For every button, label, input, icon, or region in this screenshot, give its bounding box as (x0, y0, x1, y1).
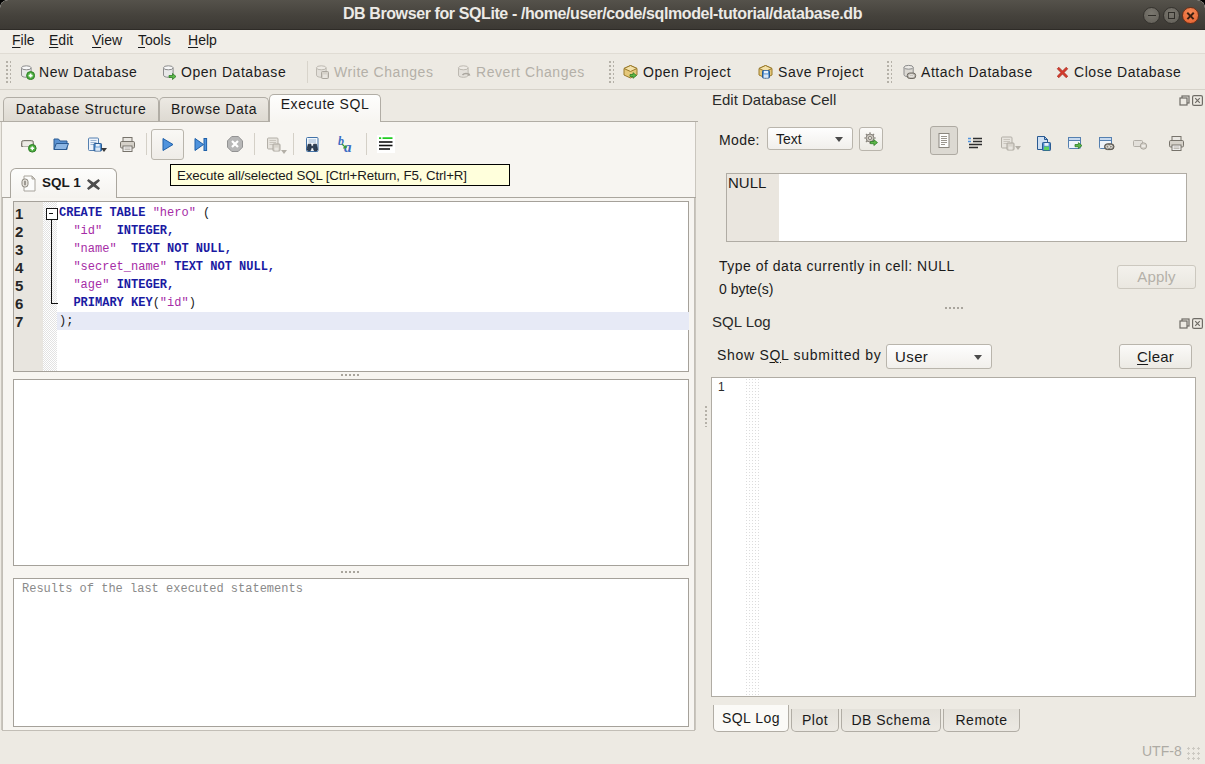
svg-text:a: a (344, 139, 352, 153)
